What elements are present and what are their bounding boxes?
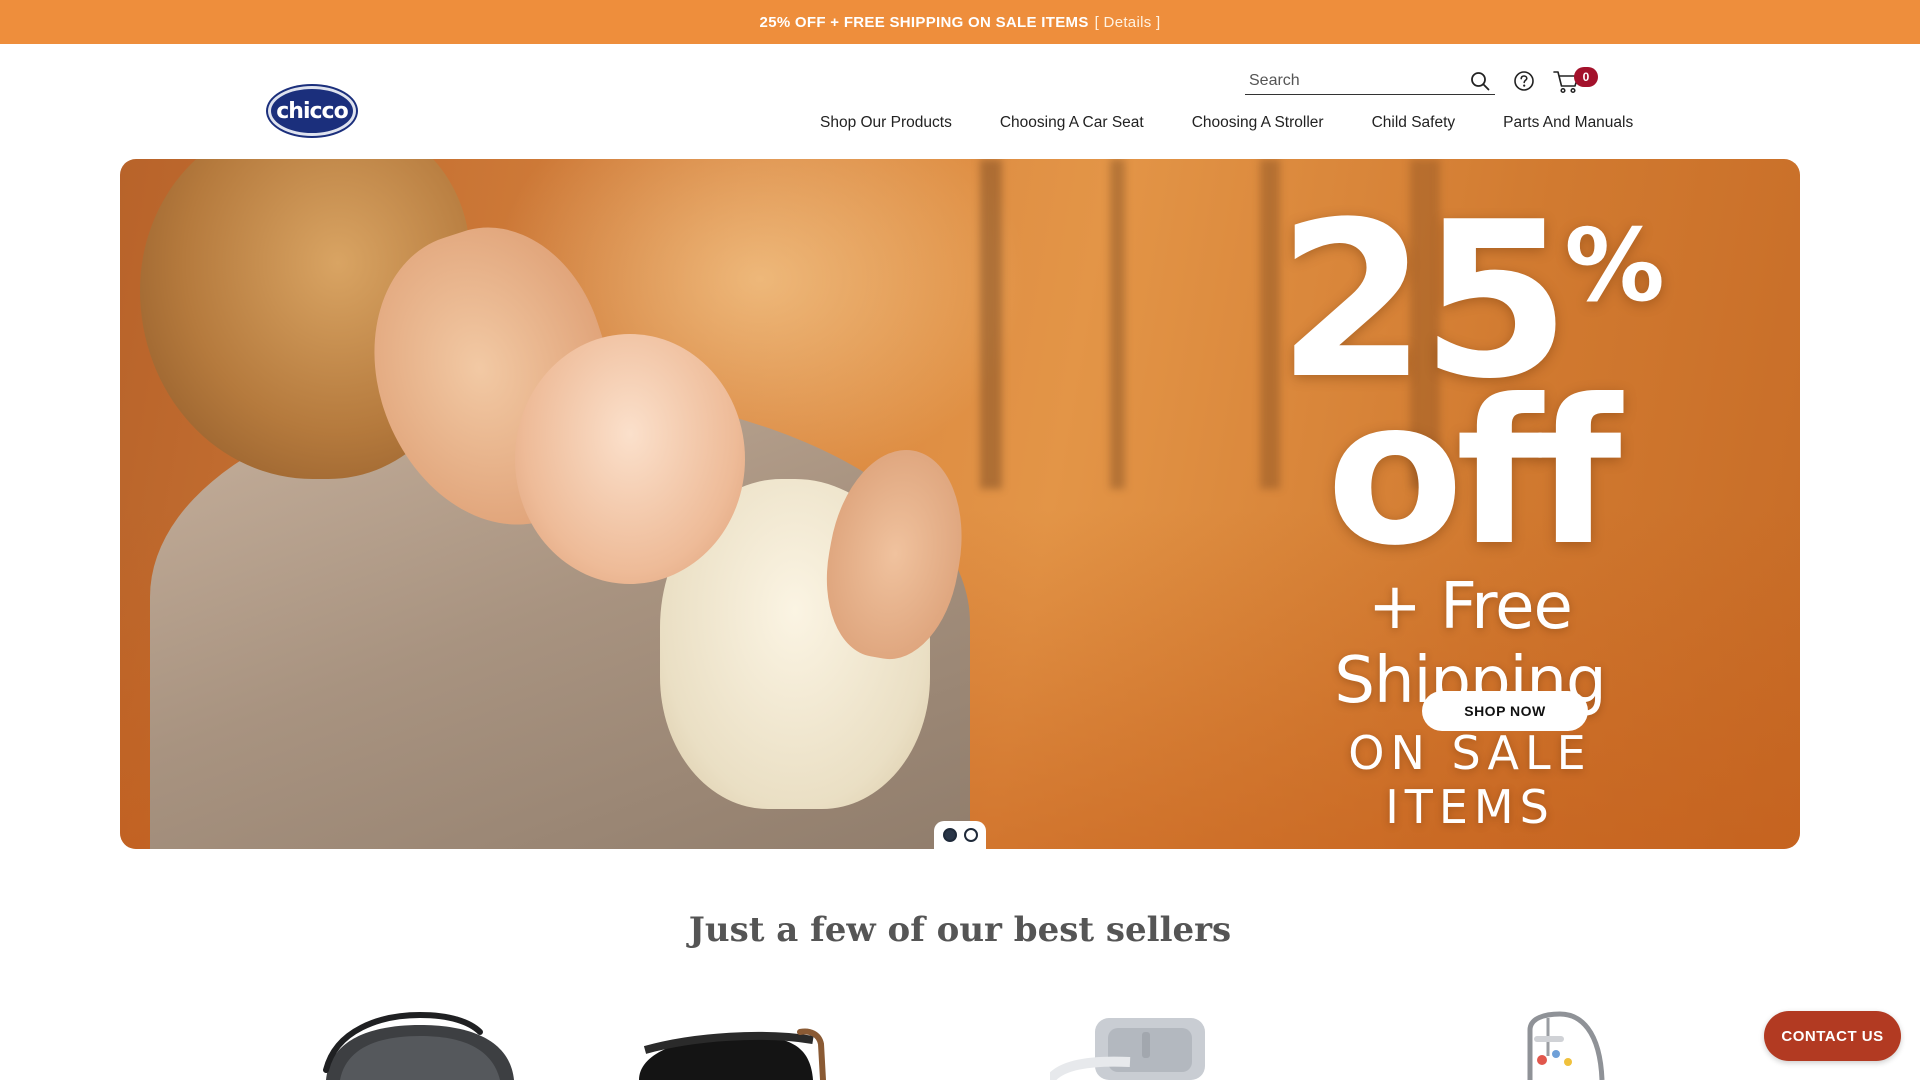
hero-sale-items: ON SALE ITEMS <box>1348 725 1592 834</box>
product-car-seat-image[interactable] <box>320 1010 520 1080</box>
logo-text: chicco <box>276 98 348 124</box>
promo-bar: 25% OFF + FREE SHIPPING ON SALE ITEMS [ … <box>0 0 1920 44</box>
promo-details-link[interactable]: [ Details ] <box>1095 14 1161 31</box>
hero-percent-sign: % <box>1564 207 1665 324</box>
help-icon[interactable] <box>1513 70 1535 92</box>
product-stroller-image[interactable] <box>635 1010 835 1080</box>
carousel-dots <box>934 821 986 849</box>
main-nav: Shop Our Products Choosing A Car Seat Ch… <box>820 114 1633 138</box>
carousel-dot-1[interactable] <box>942 828 957 842</box>
nav-choosing-a-car-seat[interactable]: Choosing A Car Seat <box>1000 114 1144 138</box>
search-icon[interactable] <box>1469 70 1491 92</box>
hero-headline: 25% off + Free Shipping ON SALE ITEMS <box>1260 193 1680 834</box>
cart-count-badge: 0 <box>1574 67 1598 87</box>
product-high-chair-image[interactable] <box>1050 1010 1220 1080</box>
carousel-dot-2[interactable] <box>963 828 978 842</box>
chicco-logo[interactable]: chicco <box>268 86 356 136</box>
hero-baby-head <box>515 334 745 584</box>
nav-shop-our-products[interactable]: Shop Our Products <box>820 114 952 138</box>
promo-text: 25% OFF + FREE SHIPPING ON SALE ITEMS <box>759 13 1089 31</box>
promo-details: [ Details ] <box>1095 14 1161 31</box>
best-sellers-title: Just a few of our best sellers <box>688 910 1232 950</box>
nav-choosing-a-stroller[interactable]: Choosing A Stroller <box>1192 114 1324 138</box>
nav-child-safety[interactable]: Child Safety <box>1372 114 1456 138</box>
nav-parts-and-manuals[interactable]: Parts And Manuals <box>1503 114 1633 138</box>
search-input[interactable] <box>1245 72 1469 90</box>
product-bouncer-image[interactable] <box>1490 1010 1620 1080</box>
contact-us-button[interactable]: CONTACT US <box>1764 1011 1901 1061</box>
shop-now-button[interactable]: SHOP NOW <box>1422 691 1588 731</box>
hero-banner[interactable]: 25% off + Free Shipping ON SALE ITEMS SH… <box>120 159 1800 849</box>
search-box <box>1245 68 1495 95</box>
